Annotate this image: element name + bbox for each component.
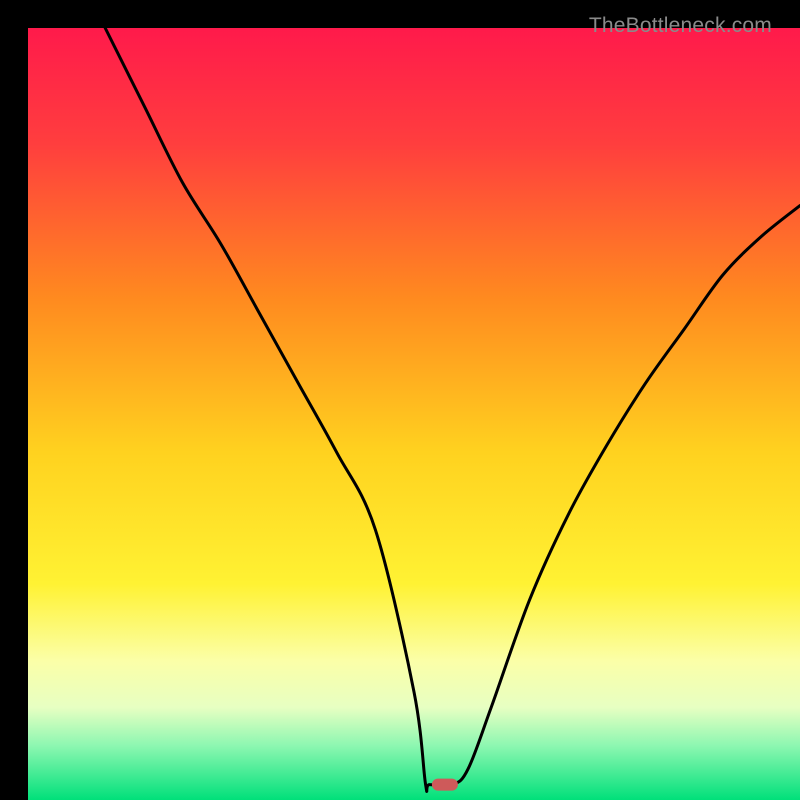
optimum-marker [432, 779, 458, 791]
chart-frame: TheBottleneck.com [0, 0, 800, 800]
chart-plot-area [28, 28, 800, 800]
bottleneck-chart [28, 28, 800, 800]
watermark-text: TheBottleneck.com [589, 14, 772, 38]
chart-background [28, 28, 800, 800]
